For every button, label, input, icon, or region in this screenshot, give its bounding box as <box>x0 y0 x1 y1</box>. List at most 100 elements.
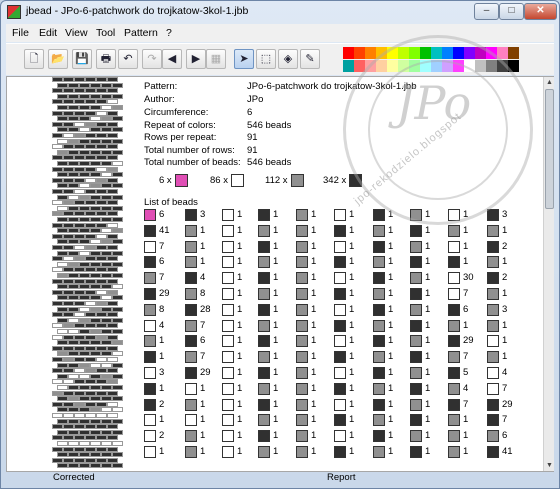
bead-cell[interactable] <box>85 256 96 262</box>
bead-cell[interactable] <box>101 217 112 222</box>
bead-cell[interactable] <box>107 88 118 94</box>
bead-cell[interactable] <box>90 429 101 435</box>
bead-cell[interactable] <box>101 82 112 88</box>
bead-cell[interactable] <box>96 413 107 418</box>
bead-cell[interactable] <box>112 105 123 110</box>
bead-cell[interactable] <box>52 390 63 396</box>
bead-cell[interactable] <box>112 138 123 144</box>
bead-cell[interactable] <box>85 110 96 116</box>
bead-cell[interactable] <box>101 116 112 122</box>
bead-cell[interactable] <box>68 172 79 178</box>
bead-cell[interactable] <box>107 177 118 183</box>
bead-cell[interactable] <box>90 93 101 99</box>
bead-cell[interactable] <box>90 452 101 458</box>
bead-cell[interactable] <box>52 267 63 273</box>
bead-cell[interactable] <box>107 323 118 329</box>
bead-cell[interactable] <box>57 351 68 357</box>
bead-cell[interactable] <box>63 334 74 340</box>
bead-cell[interactable] <box>112 396 123 402</box>
bead-cell[interactable] <box>112 183 123 189</box>
bead-cell[interactable] <box>74 245 85 250</box>
palette-color[interactable] <box>365 60 376 72</box>
bead-cell[interactable] <box>68 396 79 402</box>
bead-cell[interactable] <box>74 121 85 127</box>
bead-cell[interactable] <box>90 340 101 346</box>
palette-color[interactable] <box>497 60 508 72</box>
palette-color[interactable] <box>497 47 508 59</box>
bead-cell[interactable] <box>74 177 85 183</box>
bead-cell[interactable] <box>112 239 123 245</box>
bead-cell[interactable] <box>85 457 96 463</box>
bead-cell[interactable] <box>101 172 112 178</box>
bead-cell[interactable] <box>57 362 68 368</box>
bead-cell[interactable] <box>68 385 79 390</box>
bead-cell[interactable] <box>68 306 79 312</box>
bead-cell[interactable] <box>57 373 68 379</box>
bead-cell[interactable] <box>57 172 68 178</box>
bead-cell[interactable] <box>79 373 90 379</box>
palette-color[interactable] <box>354 47 365 59</box>
bead-cell[interactable] <box>96 446 107 452</box>
bead-cell[interactable] <box>112 340 123 346</box>
bead-cell[interactable] <box>57 441 68 446</box>
bead-cell[interactable] <box>57 82 68 88</box>
bead-cell[interactable] <box>101 351 112 357</box>
bead-cell[interactable] <box>96 401 107 407</box>
bead-cell[interactable] <box>52 379 63 385</box>
bead-cell[interactable] <box>52 189 63 194</box>
bead-cell[interactable] <box>96 133 107 138</box>
bead-cell[interactable] <box>63 133 74 138</box>
bead-cell[interactable] <box>79 93 90 99</box>
bead-cell[interactable] <box>90 149 101 155</box>
bead-cell[interactable] <box>52 222 63 228</box>
bead-cell[interactable] <box>90 138 101 144</box>
bead-cell[interactable] <box>101 441 112 446</box>
bead-cell[interactable] <box>52 77 63 82</box>
bead-cell[interactable] <box>74 222 85 228</box>
bead-cell[interactable] <box>96 233 107 239</box>
bead-cell[interactable] <box>96 390 107 396</box>
bead-cell[interactable] <box>85 200 96 206</box>
bead-cell[interactable] <box>79 284 90 290</box>
bead-cell[interactable] <box>90 172 101 178</box>
bead-cell[interactable] <box>85 88 96 94</box>
bead-cell[interactable] <box>57 149 68 155</box>
bead-cell[interactable] <box>96 278 107 284</box>
bead-cell[interactable] <box>90 82 101 88</box>
bead-cell[interactable] <box>79 239 90 245</box>
bead-cell[interactable] <box>68 362 79 368</box>
bead-cell[interactable] <box>68 452 79 458</box>
palette-color[interactable] <box>409 60 420 72</box>
bead-cell[interactable] <box>107 446 118 452</box>
bead-cell[interactable] <box>107 99 118 105</box>
bead-cell[interactable] <box>101 317 112 323</box>
bead-cell[interactable] <box>85 233 96 239</box>
bead-cell[interactable] <box>90 373 101 379</box>
bead-cell[interactable] <box>96 211 107 217</box>
bead-cell[interactable] <box>85 211 96 217</box>
bead-cell[interactable] <box>63 457 74 463</box>
bead-cell[interactable] <box>57 407 68 413</box>
bead-cell[interactable] <box>57 452 68 458</box>
bead-cell[interactable] <box>63 424 74 430</box>
bead-cell[interactable] <box>107 379 118 385</box>
bead-cell[interactable] <box>52 110 63 116</box>
bead-cell[interactable] <box>63 401 74 407</box>
palette-color[interactable] <box>453 60 464 72</box>
bead-cell[interactable] <box>107 424 118 430</box>
bead-cell[interactable] <box>68 250 79 256</box>
bead-cell[interactable] <box>90 362 101 368</box>
bead-cell[interactable] <box>101 161 112 166</box>
bead-cell[interactable] <box>90 228 101 234</box>
bead-cell[interactable] <box>74 368 85 374</box>
bead-cell[interactable] <box>68 351 79 357</box>
bead-cell[interactable] <box>107 211 118 217</box>
bead-cell[interactable] <box>101 239 112 245</box>
bead-cell[interactable] <box>112 373 123 379</box>
bead-cell[interactable] <box>85 390 96 396</box>
bead-cell[interactable] <box>96 334 107 340</box>
bead-cell[interactable] <box>90 329 101 334</box>
bead-cell[interactable] <box>107 77 118 82</box>
bead-cell[interactable] <box>63 323 74 329</box>
bead-cell[interactable] <box>107 334 118 340</box>
